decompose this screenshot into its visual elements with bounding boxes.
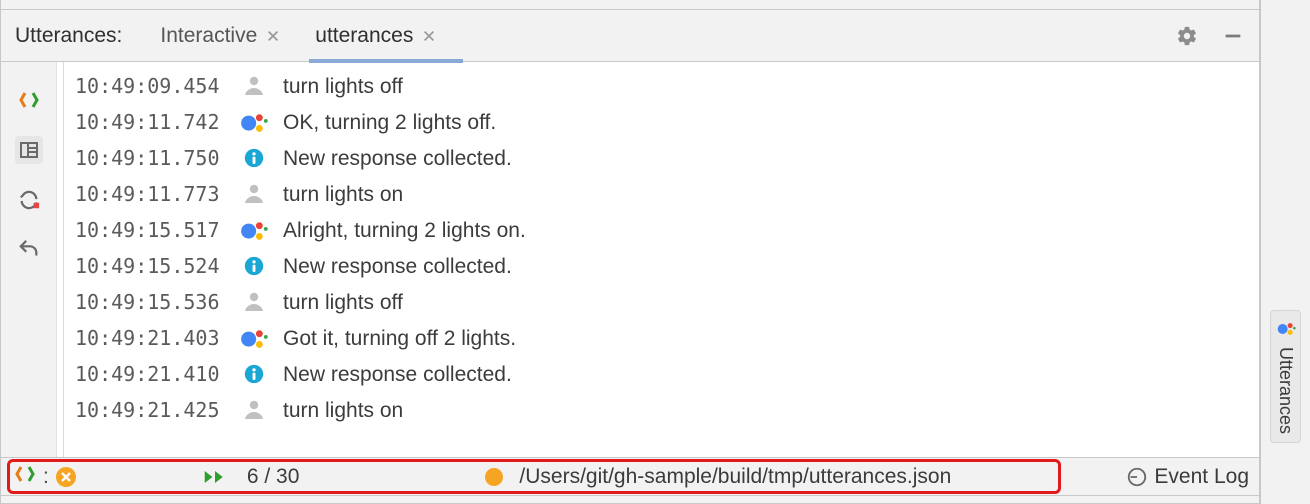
log-message: turn lights off [283,76,403,97]
event-log-label: Event Log [1154,465,1249,489]
tab-utterances[interactable]: utterances [309,10,443,62]
log-message: New response collected. [283,364,512,385]
timeline-line [63,62,64,457]
log-row: 10:49:21.403 Got it, turning off 2 lights… [75,320,1259,356]
play-icon[interactable] [203,468,227,486]
status-left: : [15,465,77,489]
info-icon [239,147,269,169]
info-icon [239,255,269,277]
user-icon [239,398,269,422]
timestamp: 10:49:11.742 [75,112,225,132]
panel-title: Utterances: [15,24,122,48]
log-message: OK, turning 2 lights off. [283,112,496,133]
assistant-icon [239,107,269,137]
tab-interactive[interactable]: Interactive [154,10,287,62]
user-icon [239,290,269,314]
log-row: 10:49:09.454 turn lights off [75,68,1259,104]
code-icon[interactable] [15,465,35,489]
status-dot-icon [485,468,503,486]
rerun-icon[interactable] [15,186,43,214]
log-row: 10:49:15.524 New response collected. [75,248,1259,284]
log-message: New response collected. [283,148,512,169]
log-row: 10:49:11.750 New response collected. [75,140,1259,176]
assistant-icon [239,215,269,245]
tab-bar: Utterances: Interactive utterances [1,10,1259,62]
undo-icon[interactable] [15,236,43,264]
log-row: 10:49:21.410 New response collected. [75,356,1259,392]
progress-counter: 6 / 30 [247,465,300,489]
log-row: 10:49:21.425 turn lights on [75,392,1259,428]
app-root: Utterances: Interactive utterances [0,0,1310,504]
status-separator: : [43,465,49,489]
rail-label: Utterances [1275,347,1296,434]
timestamp: 10:49:15.517 [75,220,225,240]
log-row: 10:49:11.773 turn lights on [75,176,1259,212]
log-message: Got it, turning off 2 lights. [283,328,516,349]
event-log-button[interactable]: Event Log [1126,465,1249,489]
tab-label: utterances [315,24,413,48]
user-icon [239,74,269,98]
assistant-icon [239,323,269,353]
gear-icon[interactable] [1175,24,1199,48]
right-rail: Utterances [1260,0,1310,504]
timestamp: 10:49:09.454 [75,76,225,96]
clear-icon[interactable] [55,466,77,488]
timestamp: 10:49:11.750 [75,148,225,168]
rail-utterances-button[interactable]: Utterances [1270,310,1301,443]
log-row: 10:49:15.536 turn lights off [75,284,1259,320]
timestamp: 10:49:21.410 [75,364,225,384]
log-message: Alright, turning 2 lights on. [283,220,526,241]
assistant-icon [1276,319,1296,339]
timestamp: 10:49:11.773 [75,184,225,204]
info-icon [239,363,269,385]
toggle-view-icon[interactable] [15,86,43,114]
log-row: 10:49:15.517 Alright, turning 2 lights on… [75,212,1259,248]
timestamp: 10:49:15.524 [75,256,225,276]
close-icon[interactable] [421,28,437,44]
timestamp: 10:49:21.403 [75,328,225,348]
tool-gutter [1,62,57,457]
timestamp: 10:49:21.425 [75,400,225,420]
log-message: New response collected. [283,256,512,277]
close-icon[interactable] [265,28,281,44]
log-viewport[interactable]: 10:49:09.454 turn lights off 10:49:11.742 O… [57,62,1259,457]
layout-icon[interactable] [15,136,43,164]
tab-label: Interactive [160,24,257,48]
log-row: 10:49:11.742 OK, turning 2 lights off. [75,104,1259,140]
bottom-spacer [1,495,1259,503]
main-panel: Utterances: Interactive utterances [0,0,1260,504]
log-message: turn lights on [283,184,403,205]
file-path: /Users/git/gh-sample/build/tmp/utterance… [519,465,951,489]
log-message: turn lights off [283,292,403,313]
status-bar: : 6 / 30 /Users/git/gh-sample/build/tmp/… [1,457,1259,495]
top-spacer [1,0,1259,10]
timestamp: 10:49:15.536 [75,292,225,312]
log-message: turn lights on [283,400,403,421]
panel-body: 10:49:09.454 turn lights off 10:49:11.742 O… [1,62,1259,457]
minimize-icon[interactable] [1221,24,1245,48]
user-icon [239,182,269,206]
